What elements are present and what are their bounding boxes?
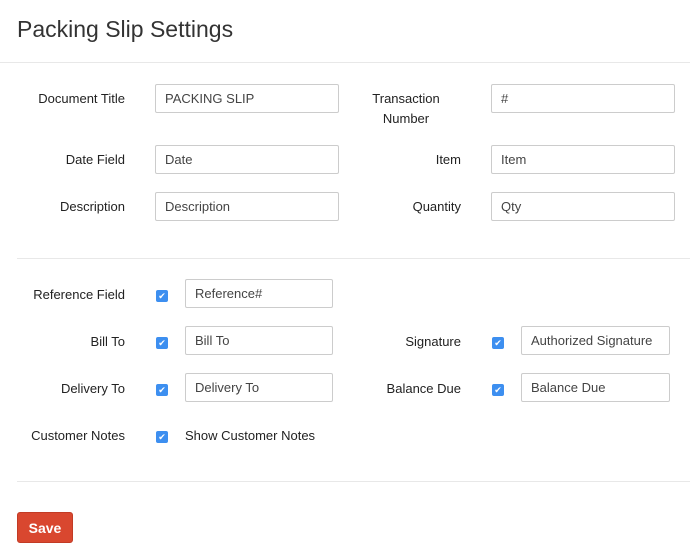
document-title-label: Document Title (38, 91, 125, 106)
date-field-label: Date Field (65, 152, 125, 167)
save-button[interactable]: Save (17, 512, 73, 543)
quantity-input[interactable] (491, 192, 675, 221)
quantity-label: Quantity (412, 199, 461, 214)
signature-checkbox[interactable]: ✔ (492, 337, 504, 349)
item-label: Item (435, 152, 461, 167)
page-title: Packing Slip Settings (17, 16, 234, 42)
divider (17, 258, 690, 259)
divider (17, 481, 690, 482)
delivery-to-checkbox[interactable]: ✔ (156, 384, 168, 396)
balance-due-checkbox[interactable]: ✔ (492, 384, 504, 396)
reference-input[interactable] (185, 279, 333, 308)
divider (0, 62, 690, 63)
delivery-to-label: Delivery To (60, 381, 125, 396)
balance-due-label: Balance Due (386, 381, 461, 396)
reference-checkbox[interactable]: ✔ (156, 290, 168, 302)
customer-notes-checkbox[interactable]: ✔ (156, 431, 168, 443)
reference-label: Reference Field (33, 287, 125, 302)
show-customer-notes-text[interactable]: Show Customer Notes (185, 426, 315, 446)
signature-label: Signature (405, 334, 461, 349)
signature-input[interactable] (521, 326, 670, 355)
transaction-number-input[interactable] (491, 84, 675, 113)
balance-due-input[interactable] (521, 373, 670, 402)
transaction-number-label: Transaction Number (372, 91, 440, 126)
bill-to-label: Bill To (90, 334, 125, 349)
customer-notes-label: Customer Notes (31, 428, 125, 443)
item-input[interactable] (491, 145, 675, 174)
description-label: Description (59, 199, 125, 214)
bill-to-checkbox[interactable]: ✔ (156, 337, 168, 349)
document-title-input[interactable] (155, 84, 339, 113)
